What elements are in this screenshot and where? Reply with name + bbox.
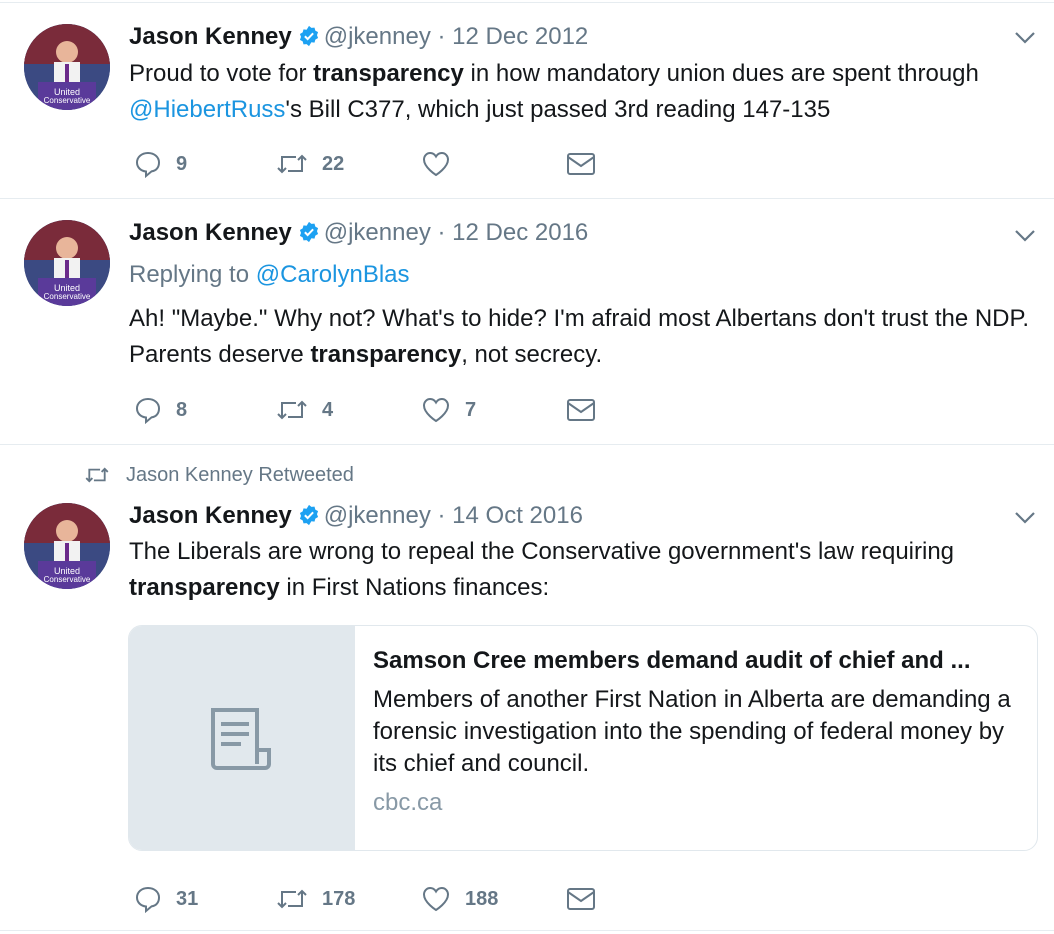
reply-button[interactable]: 8 (134, 395, 187, 425)
retweeted-label[interactable]: Jason Kenney Retweeted (84, 462, 354, 488)
replying-to: Replying to @CarolynBlas (129, 261, 410, 288)
retweet-count: 4 (322, 399, 334, 421)
heart-icon (422, 151, 450, 177)
chevron-down-icon[interactable] (1014, 229, 1036, 243)
document-icon (211, 708, 271, 770)
tweet-header: Jason Kenney @jkenney · 12 Dec 2016 (129, 218, 588, 248)
divider (0, 444, 1054, 445)
reply-button[interactable]: 9 (134, 149, 187, 179)
author-name[interactable]: Jason Kenney (129, 219, 292, 246)
card-domain: cbc.ca (373, 789, 443, 816)
tweet-header: Jason Kenney @jkenney · 14 Oct 2016 (129, 501, 583, 531)
mention-link[interactable]: @HiebertRuss (129, 96, 285, 123)
like-button[interactable] (421, 149, 465, 179)
author-handle[interactable]: @jkenney (324, 219, 431, 246)
author-name[interactable]: Jason Kenney (129, 23, 292, 50)
tweet-feed: United Conservative Jason Kenney @jkenney… (0, 0, 1054, 934)
tweet-date[interactable]: 12 Dec 2016 (452, 219, 588, 246)
svg-text:Conservative: Conservative (44, 292, 91, 301)
envelope-icon (567, 153, 595, 175)
avatar[interactable]: United Conservative (24, 220, 110, 306)
replying-to-link[interactable]: @CarolynBlas (256, 261, 410, 288)
chevron-down-icon[interactable] (1014, 31, 1036, 45)
tweet-header: Jason Kenney @jkenney · 12 Dec 2012 (129, 22, 588, 52)
author-handle[interactable]: @jkenney (324, 502, 431, 529)
dm-button[interactable] (566, 149, 596, 179)
dm-button[interactable] (566, 395, 596, 425)
tweet-text: Ah! "Maybe." Why not? What's to hide? I'… (129, 305, 1030, 368)
like-button[interactable]: 7 (421, 395, 476, 425)
svg-text:Conservative: Conservative (44, 575, 91, 584)
card-thumbnail (129, 626, 355, 850)
retweet-button[interactable]: 4 (276, 395, 333, 425)
chevron-down-icon[interactable] (1014, 511, 1036, 525)
retweet-icon (277, 889, 307, 909)
verified-badge-icon (298, 25, 320, 55)
envelope-icon (567, 888, 595, 910)
tweet-text: Proud to vote for transparency in how ma… (129, 60, 979, 123)
link-card[interactable]: Samson Cree members demand audit of chie… (128, 625, 1038, 851)
retweet-count: 22 (322, 153, 345, 175)
card-title: Samson Cree members demand audit of chie… (373, 647, 971, 674)
retweet-button[interactable]: 22 (276, 149, 344, 179)
divider (0, 930, 1054, 931)
retweet-icon (277, 400, 307, 420)
like-button[interactable]: 188 (421, 884, 498, 914)
separator: · (437, 23, 446, 50)
reply-count: 9 (176, 153, 188, 175)
reply-count: 31 (176, 888, 199, 910)
reply-button[interactable]: 31 (134, 884, 198, 914)
tweet-2[interactable]: United Conservative Jason Kenney @jkenney… (0, 199, 1054, 444)
svg-text:Conservative: Conservative (44, 96, 91, 105)
retweeted-label-text: Jason Kenney Retweeted (126, 463, 354, 486)
retweet-count: 178 (322, 888, 356, 910)
dm-button[interactable] (566, 884, 596, 914)
author-name[interactable]: Jason Kenney (129, 502, 292, 529)
reply-count: 8 (176, 399, 188, 421)
retweet-icon (85, 467, 109, 483)
card-description: Members of another First Nation in Alber… (373, 686, 1011, 777)
reply-icon (135, 886, 161, 913)
like-count: 7 (465, 399, 477, 421)
tweet-text: The Liberals are wrong to repeal the Con… (129, 538, 955, 601)
tweet-actions: 9 22 (129, 149, 629, 179)
avatar[interactable]: United Conservative (24, 24, 110, 110)
reply-icon (135, 151, 161, 178)
verified-badge-icon (298, 221, 320, 251)
avatar[interactable]: United Conservative (24, 503, 110, 589)
reply-icon (135, 397, 161, 424)
tweet-date[interactable]: 12 Dec 2012 (452, 23, 588, 50)
heart-icon (422, 397, 450, 423)
like-count: 188 (465, 888, 499, 910)
separator: · (437, 502, 446, 529)
retweet-icon (277, 154, 307, 174)
verified-badge-icon (298, 504, 320, 534)
tweet-actions: 8 4 7 (129, 395, 629, 425)
tweet-1[interactable]: United Conservative Jason Kenney @jkenney… (0, 0, 1054, 198)
author-handle[interactable]: @jkenney (324, 23, 431, 50)
tweet-actions: 31 178 188 (129, 884, 629, 914)
heart-icon (422, 886, 450, 912)
retweet-button[interactable]: 178 (276, 884, 355, 914)
envelope-icon (567, 399, 595, 421)
tweet-date[interactable]: 14 Oct 2016 (452, 502, 583, 529)
separator: · (437, 219, 446, 246)
